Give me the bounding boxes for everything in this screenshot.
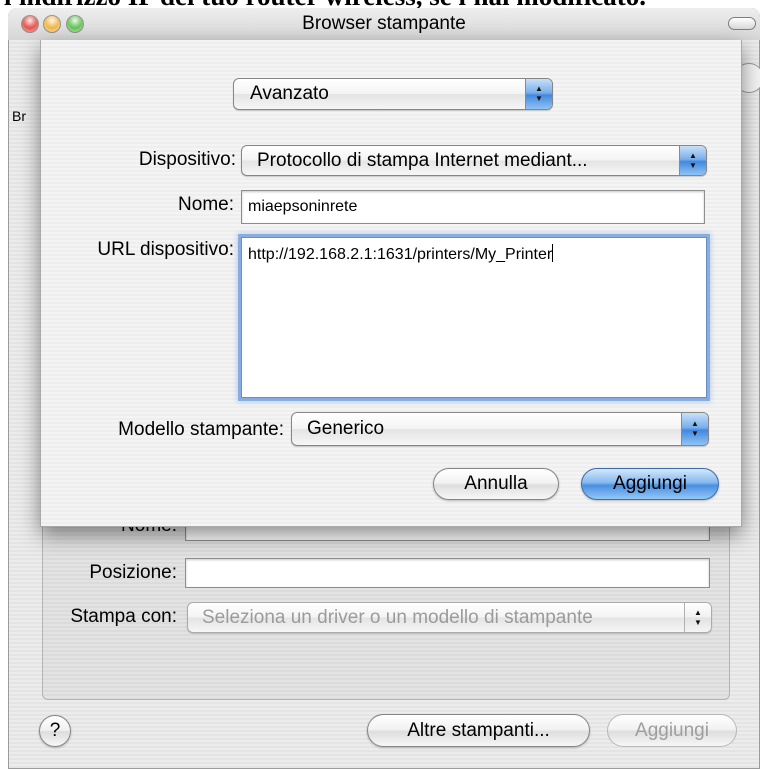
more-printers-button[interactable]: Altre stampanti... bbox=[367, 714, 590, 747]
sheet-name-field[interactable] bbox=[241, 190, 705, 224]
printer-browser-window: Browser stampante Br Nome: Posizione: St… bbox=[8, 8, 760, 769]
device-url-field[interactable]: http://192.168.2.1:1631/printers/My_Prin… bbox=[241, 237, 707, 398]
device-popup-value: Protocollo di stampa Internet mediant... bbox=[257, 150, 588, 171]
window-title: Browser stampante bbox=[302, 13, 466, 34]
sheet-name-label: Nome: bbox=[178, 194, 234, 215]
cancel-button[interactable]: Annulla bbox=[433, 468, 559, 500]
help-button[interactable]: ? bbox=[39, 715, 71, 747]
window-add-button[interactable]: Aggiungi bbox=[607, 714, 737, 747]
print-with-popup-value: Seleziona un driver o un modello di stam… bbox=[202, 607, 593, 628]
mode-popup-value: Avanzato bbox=[250, 83, 329, 104]
text-cursor bbox=[552, 244, 554, 262]
toolbar-toggle-button[interactable] bbox=[728, 17, 756, 30]
up-down-arrows-icon: ▲ ▼ bbox=[679, 146, 706, 175]
up-down-arrows-icon: ▲ ▼ bbox=[525, 79, 552, 109]
device-popup[interactable]: Protocollo di stampa Internet mediant...… bbox=[241, 145, 707, 176]
title-bar[interactable]: Browser stampante bbox=[8, 8, 760, 40]
print-with-popup[interactable]: Seleziona un driver o un modello di stam… bbox=[187, 602, 712, 633]
location-field[interactable] bbox=[185, 558, 710, 588]
add-button[interactable]: Aggiungi bbox=[581, 468, 719, 500]
up-down-arrows-icon: ▲ ▼ bbox=[681, 413, 708, 445]
print-with-label: Stampa con: bbox=[70, 606, 177, 627]
device-label: Dispositivo: bbox=[138, 149, 236, 170]
printer-model-popup[interactable]: Generico ▲ ▼ bbox=[291, 412, 709, 446]
up-down-arrows-icon: ▲ ▼ bbox=[684, 603, 711, 632]
printer-model-popup-value: Generico bbox=[307, 418, 385, 439]
location-label: Posizione: bbox=[89, 562, 177, 583]
mode-popup[interactable]: Avanzato ▲ ▼ bbox=[233, 78, 553, 110]
device-url-label: URL dispositivo: bbox=[97, 239, 234, 260]
printer-model-label: Modello stampante: bbox=[118, 419, 284, 440]
device-url-value: http://192.168.2.1:1631/printers/My_Prin… bbox=[248, 246, 553, 263]
toolbar-item-label: Br bbox=[12, 108, 26, 124]
advanced-add-printer-sheet: Avanzato ▲ ▼ Dispositivo: Protocollo di s… bbox=[40, 40, 742, 527]
